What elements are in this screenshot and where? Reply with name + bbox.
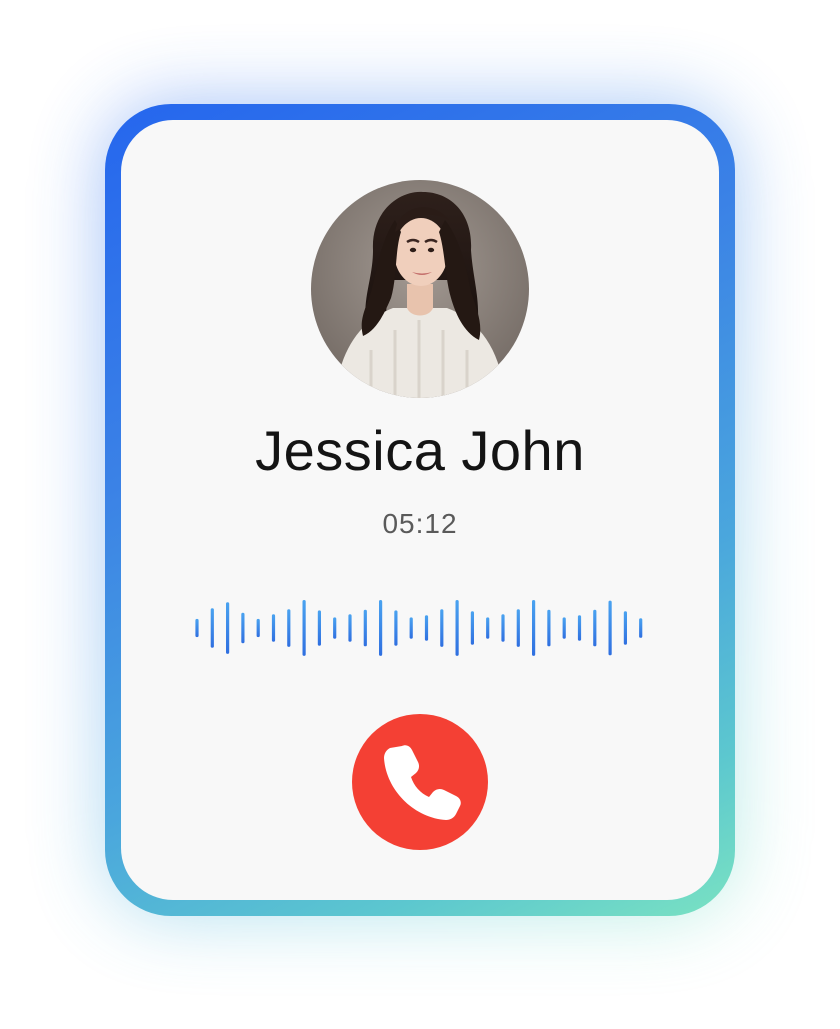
waveform-bar xyxy=(440,609,444,647)
waveform-bar xyxy=(547,609,551,647)
waveform-bar xyxy=(486,617,490,639)
waveform-bar xyxy=(501,614,505,642)
waveform-bar xyxy=(623,611,627,645)
waveform-bar xyxy=(302,600,306,656)
phone-hangup-icon xyxy=(384,745,461,820)
call-duration: 05:12 xyxy=(382,508,458,539)
waveform-bar xyxy=(639,618,643,638)
waveform-bar xyxy=(470,611,474,645)
waveform-bar xyxy=(532,600,536,656)
waveform-bar xyxy=(241,612,245,644)
waveform-bar xyxy=(562,617,566,639)
waveform-bar xyxy=(424,615,429,641)
waveform-bar xyxy=(608,600,612,656)
caller-name: Jessica John xyxy=(255,419,585,482)
end-call-button[interactable] xyxy=(352,714,488,850)
audio-waveform xyxy=(195,600,643,656)
waveform-bar xyxy=(317,610,321,646)
waveform-bar xyxy=(593,609,597,647)
waveform-bar xyxy=(379,600,383,656)
waveform-bar xyxy=(287,609,291,647)
avatar-photo xyxy=(311,180,529,398)
caller-avatar xyxy=(311,180,529,398)
waveform-bar xyxy=(226,602,230,654)
waveform-bar xyxy=(455,600,459,656)
waveform-bar xyxy=(256,618,260,638)
waveform-bar xyxy=(363,609,367,647)
waveform-bar xyxy=(409,617,413,639)
call-screen: Jessica John 05:12 xyxy=(0,0,840,1029)
waveform-bar xyxy=(195,618,199,638)
waveform-bar xyxy=(271,614,276,642)
waveform-bar xyxy=(333,617,337,639)
waveform-bar xyxy=(210,608,214,648)
waveform-bar xyxy=(577,615,582,641)
waveform-bar xyxy=(348,614,352,642)
waveform-bar xyxy=(516,609,520,647)
waveform-bar xyxy=(394,610,398,646)
